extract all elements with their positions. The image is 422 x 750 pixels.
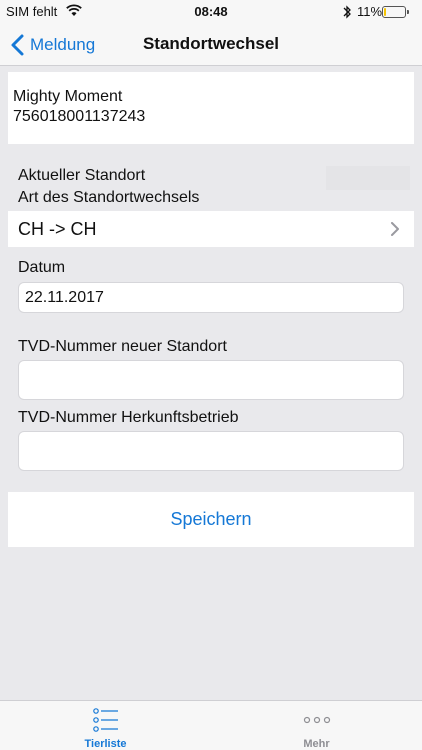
animal-info-card: Mighty Moment 756018001137243 — [8, 72, 414, 144]
tab-bar: Tierliste Mehr — [0, 700, 422, 750]
art-standortwechsel-value: CH -> CH — [18, 219, 97, 239]
navigation-bar: Meldung Standortwechsel — [0, 24, 422, 66]
more-icon — [303, 716, 331, 724]
battery-percent: 11% — [357, 4, 383, 19]
list-icon — [93, 708, 118, 732]
tvd-herkunftsbetrieb-field[interactable] — [18, 431, 404, 471]
chevron-right-icon — [391, 222, 399, 236]
datum-label: Datum — [18, 259, 66, 276]
tvd-neuer-standort-label: TVD-Nummer neuer Standort — [18, 338, 227, 355]
tab-tierliste[interactable]: Tierliste — [0, 701, 211, 750]
page-title: Standortwechsel — [142, 34, 280, 53]
animal-name: Mighty Moment — [13, 88, 123, 105]
battery-fill — [384, 8, 386, 16]
datum-field[interactable] — [18, 282, 404, 313]
aktueller-standort-label: Aktueller Standort — [18, 167, 146, 184]
tvd-herkunftsbetrieb-label: TVD-Nummer Herkunftsbetrieb — [18, 409, 239, 426]
aktueller-standort-value — [326, 166, 410, 190]
status-bar: SIM fehlt 08:48 11% — [0, 0, 422, 24]
tab-mehr-label: Mehr — [303, 738, 330, 750]
art-standortwechsel-label: Art des Standortwechsels — [18, 189, 200, 206]
battery-icon — [382, 6, 409, 18]
bluetooth-icon — [343, 5, 351, 19]
save-button[interactable]: Speichern — [170, 509, 251, 530]
art-standortwechsel-select[interactable]: CH -> CH — [8, 211, 414, 247]
tab-mehr[interactable]: Mehr — [211, 701, 422, 750]
save-card: Speichern — [8, 492, 414, 547]
tab-tierliste-label: Tierliste — [84, 738, 127, 750]
animal-tvd-number: 756018001137243 — [13, 108, 146, 125]
tvd-neuer-standort-field[interactable] — [18, 360, 404, 400]
